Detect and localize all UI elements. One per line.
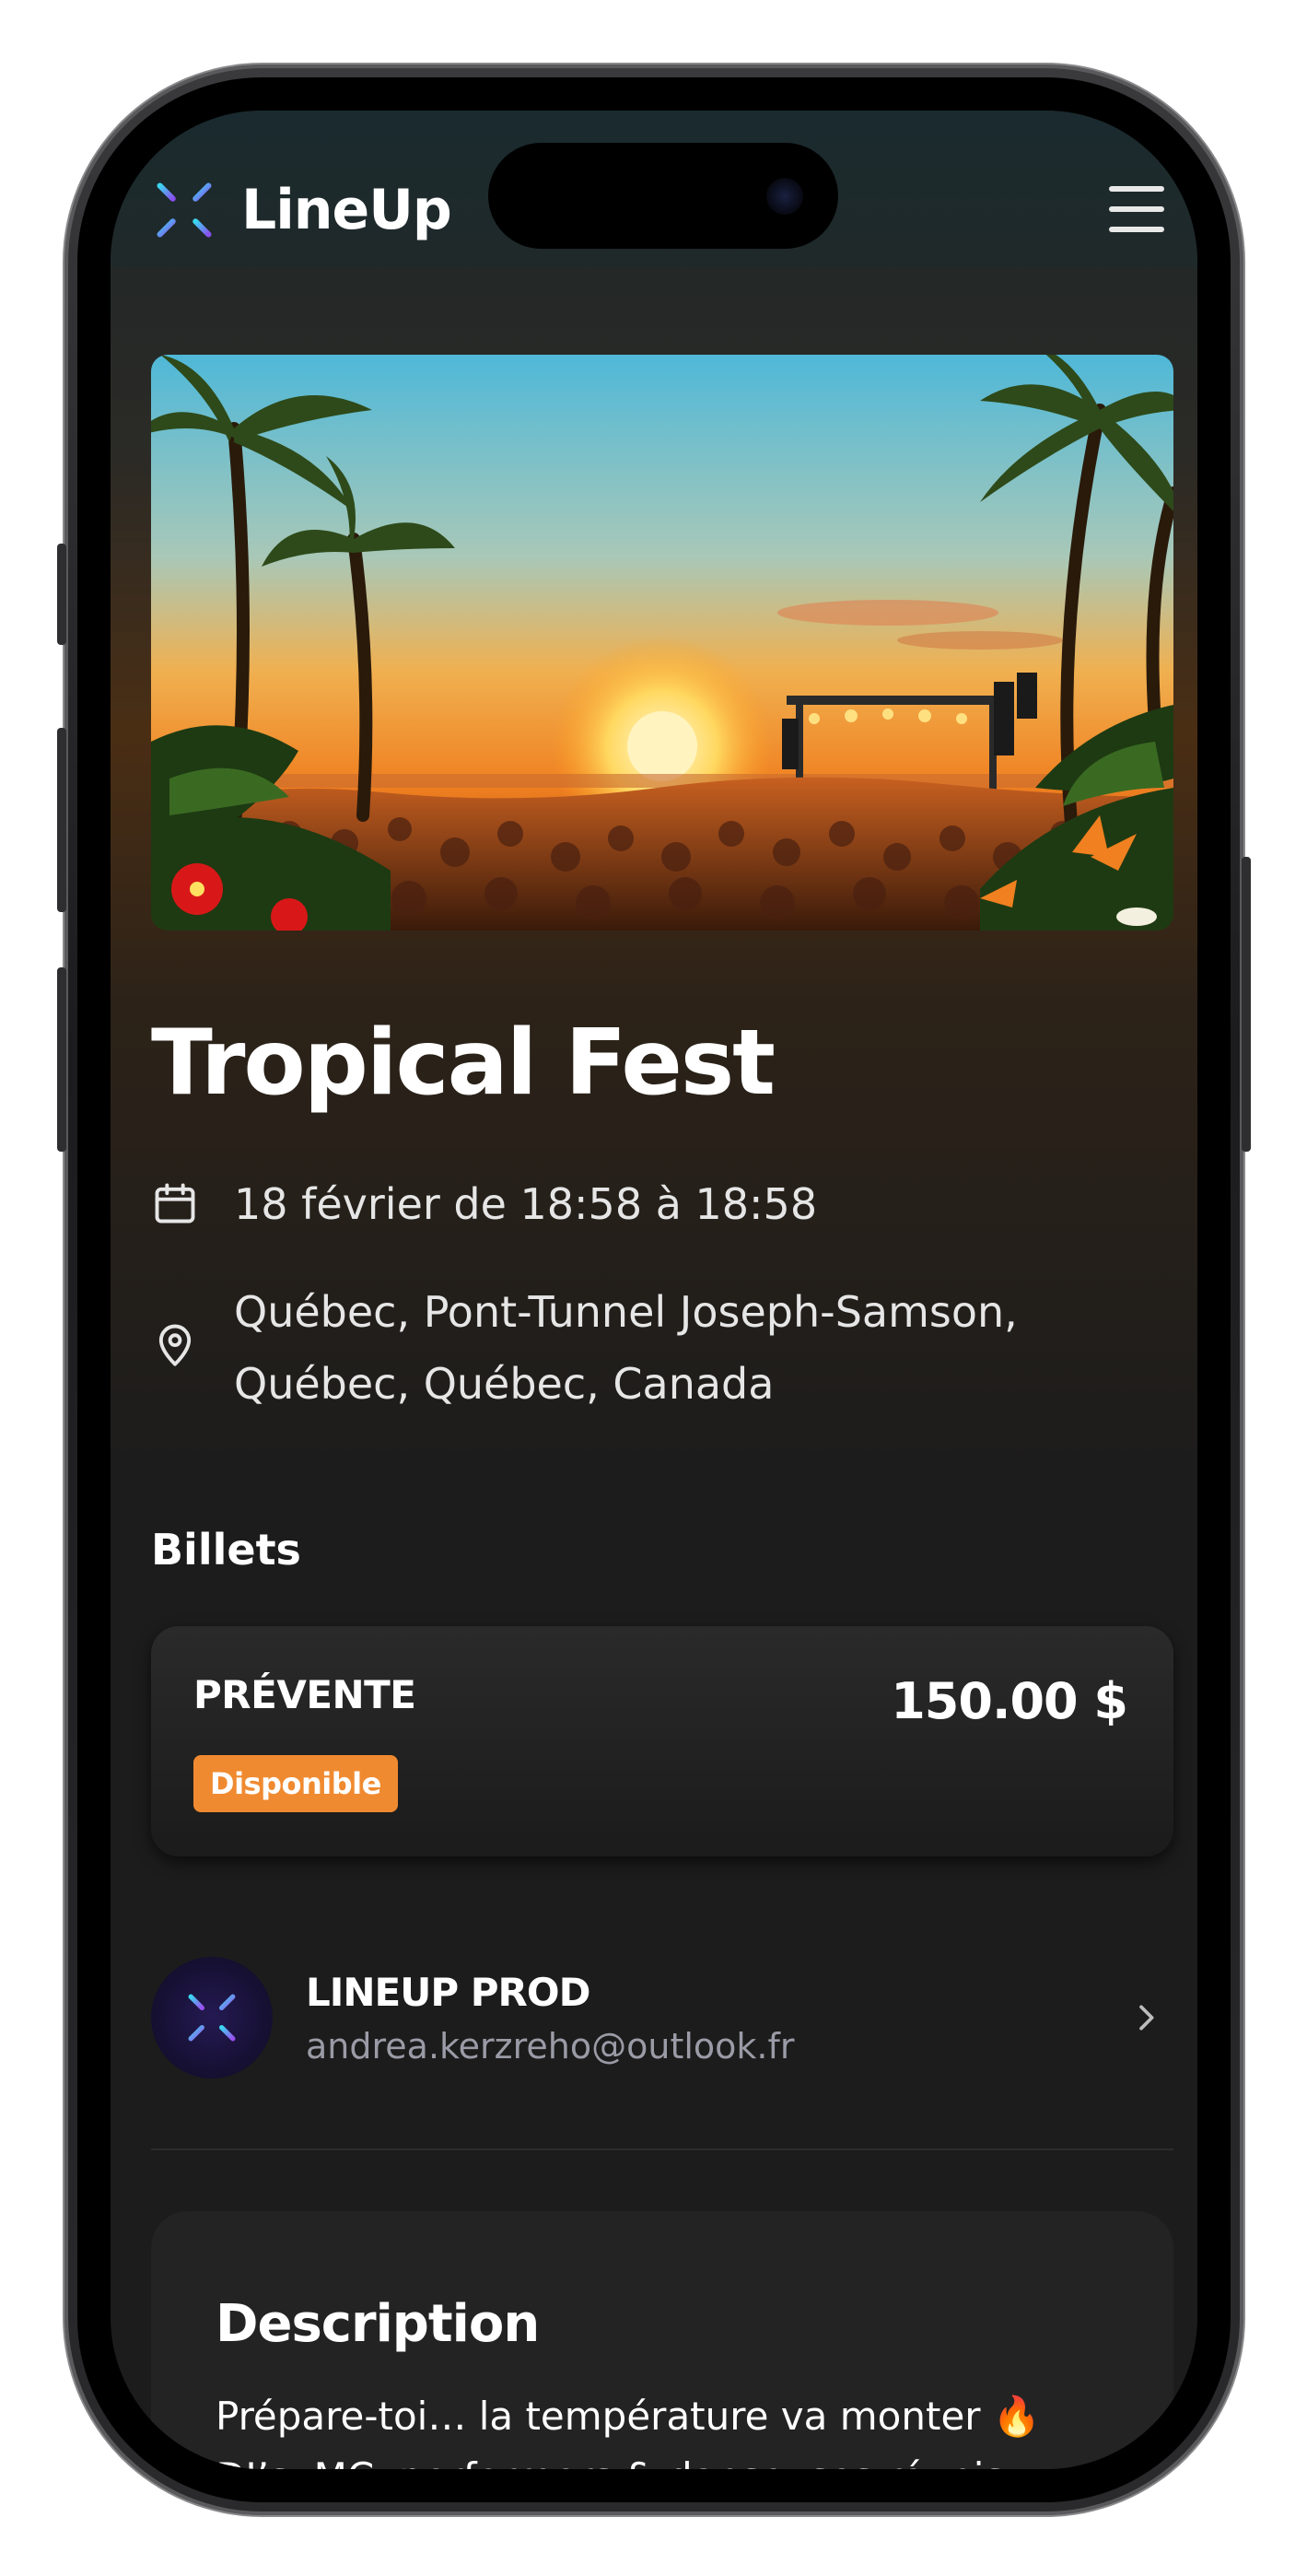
organizer-name: LINEUP PROD bbox=[306, 1969, 590, 2015]
event-date: 18 février de 18:58 à 18:58 bbox=[234, 1179, 818, 1229]
lineup-logo-icon bbox=[180, 1985, 244, 2050]
organizer-email: andrea.kerzreho@outlook.fr bbox=[306, 2025, 795, 2067]
organizer-info: LINEUP PROD andrea.kerzreho@outlook.fr bbox=[306, 1970, 1127, 2067]
app-name: LineUp bbox=[241, 178, 452, 242]
ticket-price: 150.00 $ bbox=[891, 1672, 1128, 1730]
chevron-right-icon[interactable] bbox=[1127, 1999, 1164, 2036]
status-badge: Disponible bbox=[193, 1755, 398, 1812]
description-card: Description Prépare-toi… la température … bbox=[151, 2211, 1173, 2469]
side-button-volume-up bbox=[57, 728, 66, 912]
ticket-card[interactable]: PRÉVENTE 150.00 $ Disponible bbox=[151, 1626, 1173, 1856]
event-date-row: 18 février de 18:58 à 18:58 bbox=[151, 1179, 817, 1229]
front-camera bbox=[766, 178, 803, 215]
event-location: Québec, Pont-Tunnel Joseph-Samson, Québe… bbox=[234, 1287, 1018, 1409]
event-location-row[interactable]: Québec, Pont-Tunnel Joseph-Samson, Québe… bbox=[151, 1276, 1155, 1420]
event-hero-image bbox=[151, 355, 1173, 931]
organizer-row[interactable]: LINEUP PROD andrea.kerzreho@outlook.fr bbox=[151, 1953, 1173, 2082]
tropical-concert-illustration bbox=[151, 355, 1173, 931]
description-title: Description bbox=[216, 2294, 540, 2354]
event-title: Tropical Fest bbox=[151, 1011, 776, 1116]
divider bbox=[151, 2149, 1173, 2150]
description-text: Prépare-toi… la température va monter 🔥 … bbox=[216, 2394, 1042, 2469]
app-logo[interactable]: LineUp bbox=[144, 170, 452, 251]
calendar-icon bbox=[155, 1183, 195, 1224]
tickets-section-title: Billets bbox=[151, 1525, 301, 1575]
dynamic-island bbox=[488, 143, 838, 249]
app-screen: LineUp Tropical Fest 18 février de 18:58… bbox=[111, 111, 1197, 2469]
map-pin-icon bbox=[158, 1324, 192, 1366]
hamburger-menu-icon[interactable] bbox=[1109, 186, 1164, 232]
lineup-logo-icon bbox=[146, 172, 222, 248]
ticket-name: PRÉVENTE bbox=[193, 1672, 416, 1717]
side-button-action bbox=[57, 544, 66, 645]
organizer-avatar bbox=[151, 1957, 273, 2078]
side-button-volume-down bbox=[57, 967, 66, 1152]
side-button-power bbox=[1242, 857, 1251, 1152]
